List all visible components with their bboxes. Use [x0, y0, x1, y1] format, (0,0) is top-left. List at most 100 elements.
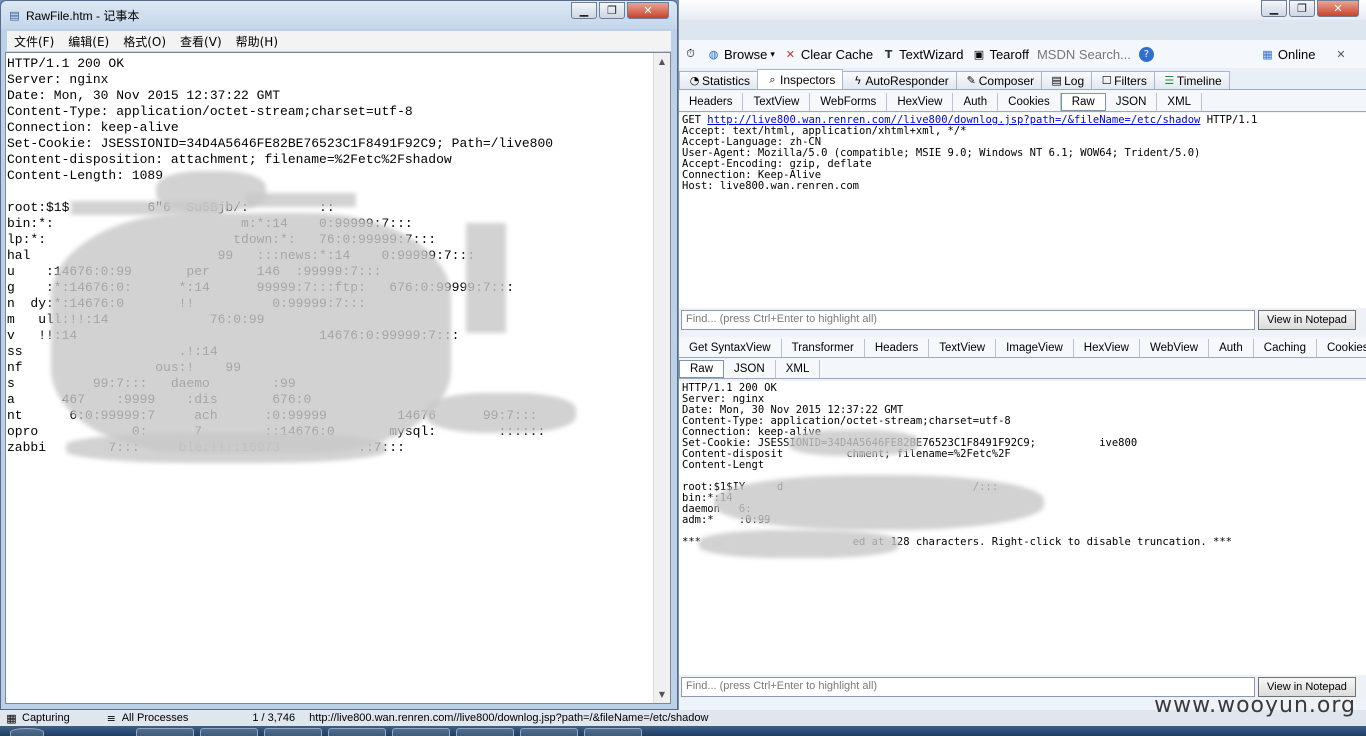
minimize-button[interactable]: ▁ [571, 2, 597, 19]
request-raw-text[interactable]: GET http://live800.wan.renren.com//live8… [679, 113, 1366, 308]
response-tab-webview[interactable]: WebView [1139, 339, 1210, 357]
menu-help[interactable]: 帮助(H) [229, 33, 285, 50]
response-tab-json[interactable]: JSON [724, 360, 776, 378]
tab-log[interactable]: ▤ Log [1041, 71, 1093, 89]
notepad-line: HTTP/1.1 200 OK [7, 56, 125, 71]
taskbar-button[interactable] [136, 728, 194, 736]
request-tab-auth[interactable]: Auth [953, 93, 999, 111]
taskbar-button[interactable] [392, 728, 450, 736]
start-button[interactable] [10, 728, 44, 736]
taskbar-button[interactable] [584, 728, 642, 736]
tab-filters[interactable]: ☐ Filters [1091, 71, 1155, 89]
watermark: www.wooyun.org [1154, 693, 1356, 718]
statistics-icon: ◔ [689, 74, 700, 87]
request-tab-hexview[interactable]: HexView [887, 93, 954, 111]
online-indicator[interactable]: ▦ Online [1260, 47, 1315, 62]
menu-format[interactable]: 格式(O) [116, 33, 173, 50]
notepad-window-controls: ▁ ❐ ✕ [571, 2, 669, 19]
online-icon: ▦ [1262, 47, 1273, 61]
chevron-down-icon: ▾ [770, 48, 775, 59]
tab-statistics[interactable]: ◔ Statistics [679, 71, 759, 89]
censor-blur [699, 530, 899, 558]
globe-icon: ◍ [708, 47, 719, 61]
censor-blur [714, 475, 1044, 530]
response-tab-transformer[interactable]: Transformer [781, 339, 865, 357]
taskbar-button[interactable] [328, 728, 386, 736]
response-tab-xml[interactable]: XML [775, 360, 821, 378]
browse-button[interactable]: ◍ Browse ▾ [706, 47, 775, 62]
response-tab-auth[interactable]: Auth [1209, 339, 1254, 357]
taskbar-button[interactable] [200, 728, 258, 736]
notepad-line: Set-Cookie: JSESSIONID=34D4A5646FE82BE76… [7, 136, 554, 151]
menu-file[interactable]: 文件(F) [7, 33, 61, 50]
notepad-line: Date: Mon, 30 Nov 2015 12:37:22 GMT [7, 88, 281, 103]
capturing-toggle[interactable]: ▦ Capturing [4, 711, 69, 726]
censor-blur [66, 433, 386, 463]
response-tab-headers[interactable]: Headers [864, 339, 930, 357]
scroll-up-icon[interactable]: ▲ [654, 53, 670, 70]
session-count: 1 / 3,746 [252, 712, 296, 724]
scroll-down-icon[interactable]: ▼ [654, 686, 670, 703]
response-tab-syntaxview[interactable]: Get SyntaxView [679, 339, 782, 357]
maximize-button[interactable]: ❐ [1289, 0, 1315, 17]
clear-cache-icon: ✕ [785, 47, 795, 61]
notepad-vertical-scrollbar[interactable]: ▲ ▼ [653, 53, 670, 703]
response-tab-hexview[interactable]: HexView [1073, 339, 1140, 357]
close-button[interactable]: ✕ [627, 2, 669, 19]
msdn-search-input[interactable]: MSDN Search... [1037, 47, 1131, 62]
notepad-menubar: 文件(F) 编辑(E) 格式(O) 查看(V) 帮助(H) [7, 31, 671, 51]
minimize-button[interactable]: ▁ [1261, 0, 1287, 17]
request-find-input[interactable]: Find... (press Ctrl+Enter to highlight a… [681, 310, 1255, 330]
close-pane-icon[interactable]: ✕ [1333, 47, 1348, 62]
request-tab-webforms[interactable]: WebForms [810, 93, 888, 111]
help-icon[interactable]: ? [1138, 46, 1154, 62]
textwizard-button[interactable]: T TextWizard [881, 47, 964, 62]
response-inspector-tabs: Get SyntaxView Transformer Headers TextV… [679, 337, 1366, 358]
checkbox-icon: ☐ [1101, 74, 1112, 87]
tab-composer[interactable]: ✎ Composer [955, 71, 1043, 89]
fiddler-menubar [679, 20, 1366, 40]
maximize-button[interactable]: ❐ [599, 2, 625, 19]
response-tab-caching[interactable]: Caching [1253, 339, 1317, 357]
notepad-title: RawFile.htm - 记事本 [26, 8, 140, 23]
taskbar-button[interactable] [456, 728, 514, 736]
process-filter[interactable]: ≡ All Processes [104, 711, 189, 726]
menu-view[interactable]: 查看(V) [173, 33, 229, 50]
notepad-text-area[interactable]: HTTP/1.1 200 OK Server: nginx Date: Mon, 3… [5, 52, 671, 704]
taskbar-button[interactable] [264, 728, 322, 736]
fiddler-titlebar: ▁ ❐ ✕ [679, 0, 1366, 20]
stopwatch-icon[interactable]: ⏱ [683, 47, 698, 62]
windows-taskbar [0, 726, 1366, 736]
response-tab-cookies[interactable]: Cookies [1316, 339, 1366, 357]
log-icon: ▤ [1051, 74, 1062, 87]
response-tab-textview[interactable]: TextView [929, 339, 997, 357]
notepad-icon: ▤ [9, 8, 20, 22]
tab-autoresponder[interactable]: ϟ AutoResponder [842, 71, 957, 89]
composer-icon: ✎ [966, 74, 976, 87]
request-tab-raw[interactable]: Raw [1060, 93, 1106, 111]
taskbar-button[interactable] [520, 728, 578, 736]
clear-cache-button[interactable]: ✕ Clear Cache [783, 47, 873, 62]
request-tab-json[interactable]: JSON [1105, 93, 1158, 111]
response-tab-raw[interactable]: Raw [679, 360, 725, 378]
censor-blur [156, 171, 266, 211]
lightning-icon: ϟ [854, 74, 862, 87]
request-tab-cookies[interactable]: Cookies [998, 93, 1061, 111]
response-raw-text[interactable]: HTTP/1.1 200 OK Server: nginx Date: Mon,… [679, 381, 1366, 675]
menu-edit[interactable]: 编辑(E) [61, 33, 116, 50]
request-tab-textview[interactable]: TextView [743, 93, 811, 111]
request-tab-headers[interactable]: Headers [679, 93, 744, 111]
fiddler-window-controls: ▁ ❐ ✕ [1261, 0, 1359, 17]
tab-inspectors[interactable]: ⌕ Inspectors [757, 69, 844, 89]
close-button[interactable]: ✕ [1317, 0, 1359, 17]
request-tab-xml[interactable]: XML [1157, 93, 1203, 111]
timeline-icon: ☰ [1164, 74, 1175, 87]
notepad-titlebar: ▤ RawFile.htm - 记事本 ▁ ❐ ✕ [1, 1, 677, 29]
notepad-line: Server: nginx [7, 72, 109, 87]
request-view-in-notepad-button[interactable]: View in Notepad [1258, 310, 1356, 330]
notepad-line: Content-Length: 1089 [7, 168, 164, 183]
response-tab-imageview[interactable]: ImageView [996, 339, 1074, 357]
censor-blur [789, 430, 919, 456]
tab-timeline[interactable]: ☰ Timeline [1153, 71, 1230, 89]
tearoff-button[interactable]: ▣ Tearoff [971, 47, 1029, 62]
